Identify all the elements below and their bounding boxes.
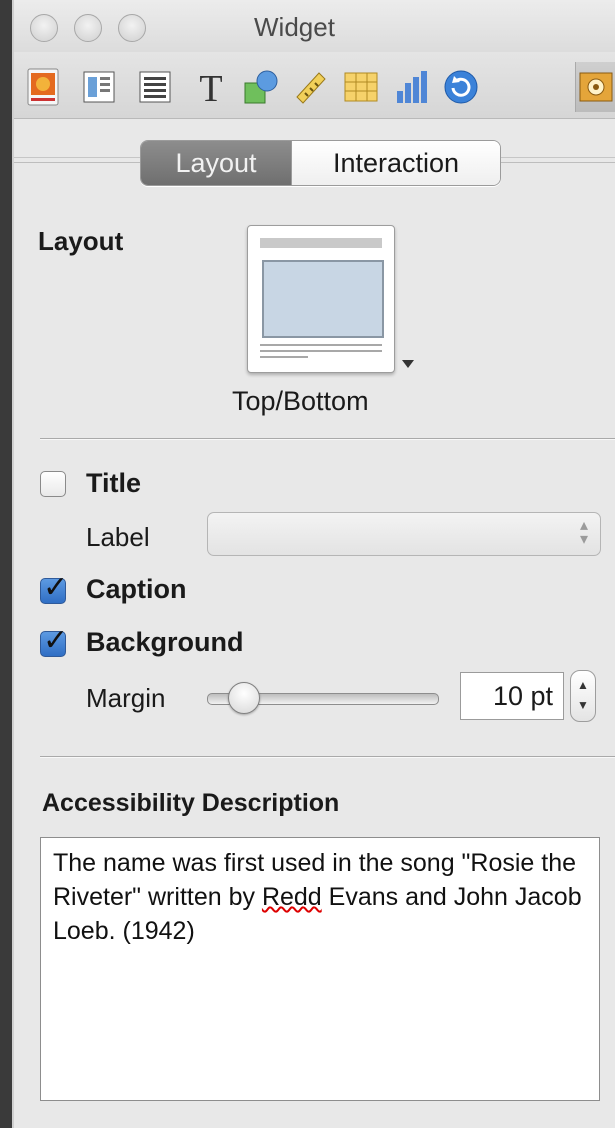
selected-layout-name: Top/Bottom bbox=[232, 386, 369, 416]
segment-rule-left bbox=[14, 162, 140, 163]
text-inspector-button[interactable]: T bbox=[186, 62, 236, 112]
accessibility-description-textarea[interactable]: The name was first used in the song "Ros… bbox=[40, 837, 600, 1101]
ruler-icon bbox=[296, 72, 326, 104]
window-left-edge bbox=[0, 0, 12, 1128]
thumb-caption-line bbox=[260, 356, 308, 358]
widget-inspector-panel: Widget T Layout Interaction Layout Top/B… bbox=[14, 0, 615, 1128]
section-divider bbox=[40, 438, 615, 439]
layout-style-picker[interactable] bbox=[247, 225, 395, 373]
chart-inspector-button[interactable] bbox=[386, 62, 436, 112]
margin-label: Margin bbox=[86, 683, 166, 713]
widget-inspector-button[interactable] bbox=[575, 62, 615, 112]
inspector-toolbar: T bbox=[14, 52, 615, 119]
layout-inspector-button[interactable] bbox=[74, 62, 124, 112]
title-bar: Widget bbox=[14, 0, 615, 52]
graphic-inspector-button[interactable] bbox=[236, 62, 286, 112]
tab-layout[interactable]: Layout bbox=[141, 141, 291, 185]
layout-heading: Layout bbox=[38, 226, 124, 256]
checkmark-icon: ✓ bbox=[43, 571, 69, 604]
close-window-button[interactable] bbox=[30, 14, 58, 42]
shapes-icon bbox=[244, 70, 278, 104]
zoom-window-button[interactable] bbox=[118, 14, 146, 42]
margin-value-field[interactable]: 10 pt bbox=[460, 672, 564, 720]
refresh-icon bbox=[444, 70, 478, 104]
table-icon bbox=[344, 72, 378, 102]
metrics-inspector-button[interactable] bbox=[286, 62, 336, 112]
tab-interaction[interactable]: Interaction bbox=[291, 141, 500, 185]
background-checkbox[interactable]: ✓ bbox=[40, 626, 68, 657]
window-title: Widget bbox=[254, 12, 335, 42]
thumb-image-area bbox=[262, 260, 384, 338]
stepper-up-icon[interactable]: ▲ bbox=[577, 679, 589, 691]
inspector-segmented-control: Layout Interaction bbox=[140, 140, 501, 186]
svg-text:T: T bbox=[199, 68, 222, 107]
title-checkbox-label: Title bbox=[86, 468, 142, 498]
background-checkbox-label: Background bbox=[86, 627, 244, 657]
caption-checkbox[interactable]: ✓ bbox=[40, 573, 68, 604]
hyperlink-inspector-button[interactable] bbox=[436, 62, 486, 112]
label-field-label: Label bbox=[86, 522, 150, 552]
misspelled-word: Redd bbox=[261, 883, 322, 911]
stepper-down-icon[interactable]: ▼ bbox=[577, 699, 589, 711]
layout-icon bbox=[83, 71, 115, 103]
document-inspector-button[interactable] bbox=[18, 62, 68, 112]
caption-checkbox-label: Caption bbox=[86, 574, 187, 604]
updown-arrows-icon: ▴ ▾ bbox=[579, 517, 588, 548]
label-popup-button[interactable]: ▴ ▾ bbox=[207, 512, 601, 556]
chevron-down-icon[interactable] bbox=[402, 360, 414, 368]
thumb-title-bar bbox=[260, 238, 382, 248]
thumb-caption-line bbox=[260, 350, 382, 352]
minimize-window-button[interactable] bbox=[74, 14, 102, 42]
widget-gear-icon bbox=[579, 72, 613, 102]
text-block-icon bbox=[139, 71, 171, 103]
margin-slider-thumb[interactable] bbox=[228, 682, 260, 714]
segment-rule-right bbox=[500, 162, 615, 163]
margin-stepper[interactable]: ▲ ▼ bbox=[570, 670, 596, 722]
section-divider bbox=[40, 756, 615, 757]
checkmark-icon: ✓ bbox=[43, 624, 69, 657]
title-checkbox[interactable] bbox=[40, 471, 66, 497]
document-icon bbox=[27, 68, 59, 106]
thumb-caption-line bbox=[260, 344, 382, 346]
chart-icon bbox=[397, 71, 427, 103]
text-block-inspector-button[interactable] bbox=[130, 62, 180, 112]
accessibility-heading: Accessibility Description bbox=[42, 789, 340, 817]
text-icon: T bbox=[199, 68, 222, 107]
table-inspector-button[interactable] bbox=[336, 62, 386, 112]
